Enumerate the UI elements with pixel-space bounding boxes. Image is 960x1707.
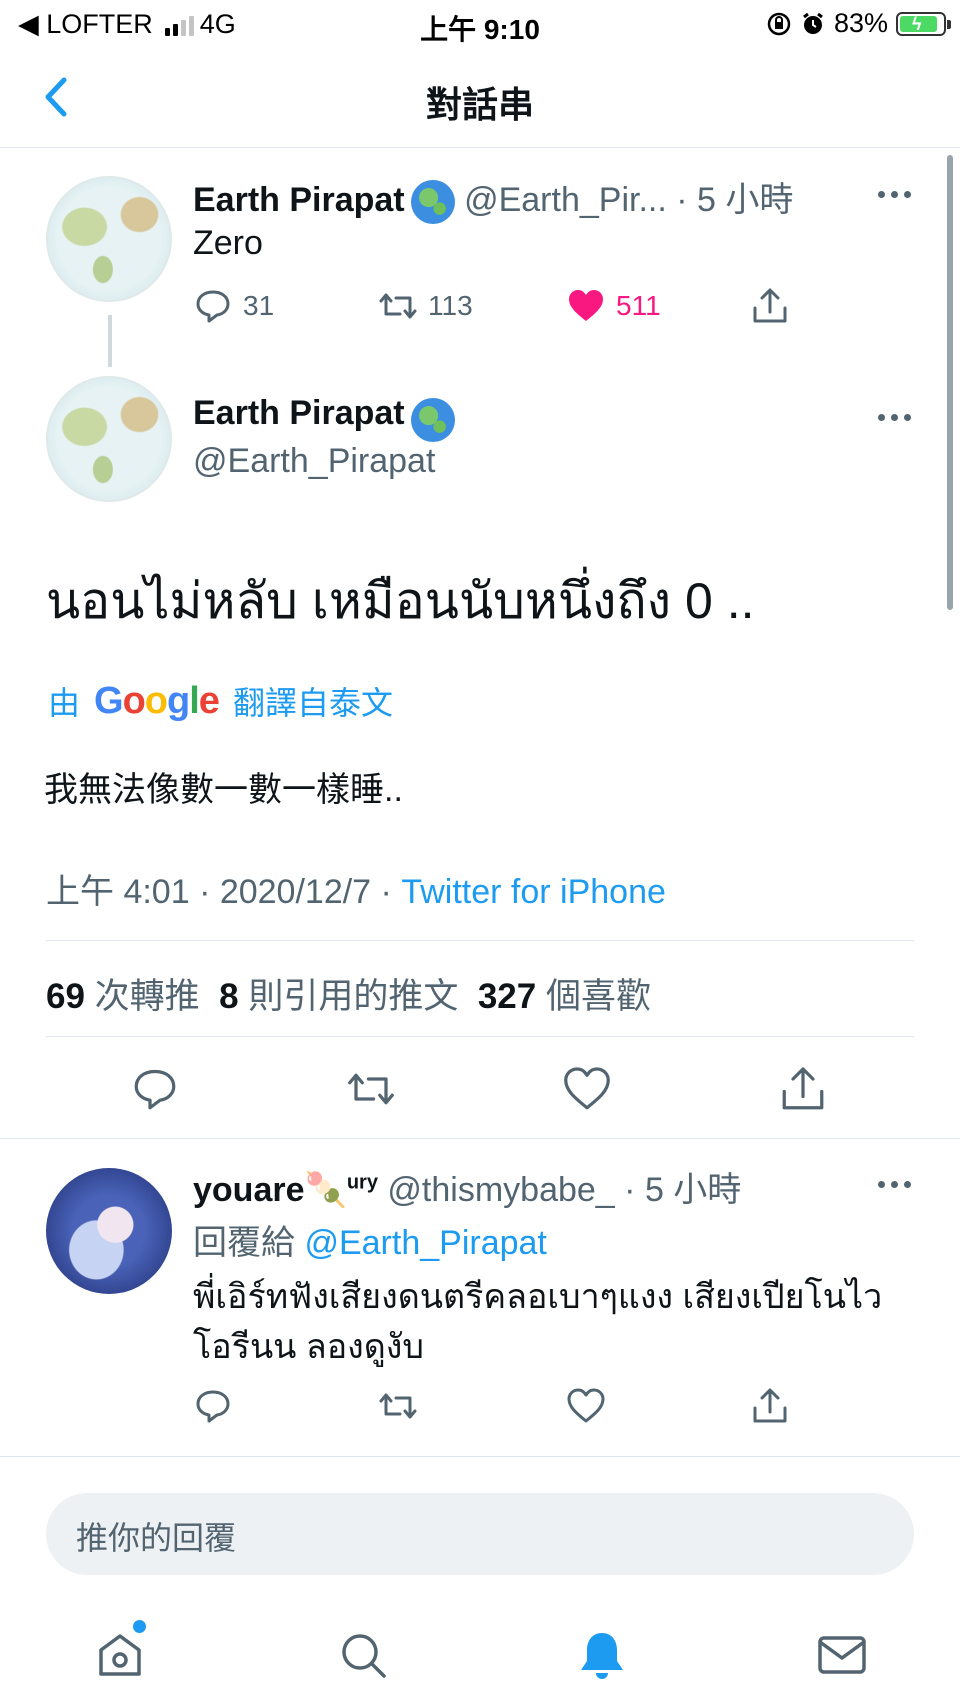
battery-percent: 83%: [833, 8, 888, 38]
author-name[interactable]: youare: [193, 1171, 305, 1209]
tweet-text: Zero: [193, 224, 263, 262]
translate-suffix: 翻譯自泰文: [232, 685, 393, 721]
reply-text: พี่เอิร์ทฟังเสียงดนตรีคลอเบาๆแงง เสียงเป…: [193, 1278, 883, 1366]
orientation-lock-icon: [767, 12, 791, 35]
share-icon[interactable]: [778, 1064, 828, 1114]
author-handle[interactable]: @Earth_Pir...: [464, 181, 667, 219]
tweet-time: · 5 小時: [676, 181, 794, 219]
tweet-header: youare🍡ury @thismybabe_ · 5 小時: [193, 1162, 741, 1211]
more-icon[interactable]: [878, 191, 911, 198]
like-button[interactable]: 511: [566, 286, 661, 326]
reply-input[interactable]: 推你的回覆: [46, 1493, 914, 1575]
divider: [46, 1036, 914, 1037]
translate-link[interactable]: 由 Google 翻譯自泰文: [48, 678, 393, 724]
quotes-stat[interactable]: 8 則引用的推文: [219, 977, 458, 1016]
page-title: 對話串: [425, 84, 534, 125]
reply-to-handle[interactable]: @Earth_Pirapat: [304, 1224, 546, 1262]
dango-emoji-icon: 🍡: [304, 1171, 347, 1209]
timestamp: 上午 4:01 · 2020/12/7 ·: [46, 873, 392, 911]
retweets-count: 69: [46, 977, 85, 1016]
avatar[interactable]: [46, 176, 172, 302]
translation-text: 我無法像數一數一樣睡..: [44, 771, 403, 809]
tweet-meta: 上午 4:01 · 2020/12/7 · Twitter for iPhone: [46, 864, 666, 913]
author-handle[interactable]: @thismybabe_: [387, 1171, 614, 1209]
author-name-suffix: ury: [346, 1171, 378, 1194]
tweet-stats: 69 次轉推 8 則引用的推文 327 個喜歡: [46, 968, 651, 1019]
retweet-button[interactable]: 113: [378, 286, 473, 326]
reply-icon[interactable]: [193, 1386, 233, 1426]
alarm-icon: [803, 12, 823, 34]
more-icon[interactable]: [878, 414, 911, 421]
globe-emoji-icon: [410, 397, 455, 442]
avatar[interactable]: [46, 376, 172, 502]
retweets-label: 次轉推: [94, 977, 200, 1016]
status-bar: ◀ LOFTER 4G 上午 9:10 83% ϟ: [0, 0, 960, 50]
bell-icon[interactable]: [575, 1628, 629, 1682]
tweet-time: · 5 小時: [624, 1171, 742, 1209]
home-notification-dot: [133, 1620, 146, 1633]
reply-button[interactable]: 31: [193, 286, 274, 326]
globe-emoji-icon: [410, 180, 455, 225]
likes-count: 327: [477, 977, 537, 1016]
scrollbar[interactable]: [947, 155, 953, 610]
source-link[interactable]: Twitter for iPhone: [401, 873, 666, 911]
retweet-count: 113: [428, 290, 473, 321]
avatar[interactable]: [46, 1168, 172, 1294]
retweets-stat[interactable]: 69 次轉推: [46, 977, 200, 1016]
tweet-header: Earth Pirapat @Earth_Pir... · 5 小時: [193, 172, 893, 225]
more-icon[interactable]: [878, 1181, 911, 1188]
divider: [0, 1138, 960, 1139]
reply-placeholder: 推你的回覆: [76, 1520, 237, 1556]
status-right: 83% ϟ: [766, 8, 951, 39]
retweet-icon[interactable]: [346, 1064, 396, 1114]
search-icon[interactable]: [336, 1628, 390, 1682]
reply-icon[interactable]: [130, 1064, 180, 1114]
likes-stat[interactable]: 327 個喜歡: [478, 977, 651, 1016]
reply-count: 31: [243, 290, 275, 321]
quotes-label: 則引用的推文: [248, 977, 459, 1016]
like-count: 511: [616, 290, 661, 321]
quotes-count: 8: [219, 977, 239, 1016]
divider: [0, 1456, 960, 1457]
main-tweet-text: นอนไม่หลับ เหมือนนับหนึ่งถึง 0 ..: [46, 573, 755, 629]
heart-filled-icon: [569, 290, 603, 321]
battery-icon: ϟ: [896, 11, 951, 36]
reply-to: 回覆給 @Earth_Pirapat: [193, 1215, 547, 1264]
share-icon[interactable]: [750, 1386, 790, 1426]
retweet-icon: [379, 293, 417, 319]
author-handle[interactable]: @Earth_Pirapat: [193, 442, 435, 481]
mail-icon[interactable]: [815, 1628, 869, 1682]
thread-line: [108, 315, 112, 367]
likes-label: 個喜歡: [545, 977, 651, 1016]
reply-icon: [196, 290, 230, 323]
retweet-icon[interactable]: [378, 1386, 418, 1426]
main-author: Earth Pirapat: [193, 394, 455, 442]
heart-icon[interactable]: [562, 1064, 612, 1114]
google-logo: Google: [94, 679, 220, 722]
home-icon[interactable]: [93, 1628, 147, 1682]
divider: [46, 940, 914, 941]
nav-bar: 對話串: [0, 50, 960, 148]
author-name[interactable]: Earth Pirapat: [193, 394, 405, 432]
tab-bar: [0, 1600, 960, 1707]
author-name[interactable]: Earth Pirapat: [193, 181, 405, 219]
share-icon[interactable]: [750, 286, 790, 326]
translate-prefix: 由: [48, 685, 81, 721]
heart-icon[interactable]: [566, 1386, 606, 1426]
reply-to-label: 回覆給: [193, 1224, 295, 1262]
